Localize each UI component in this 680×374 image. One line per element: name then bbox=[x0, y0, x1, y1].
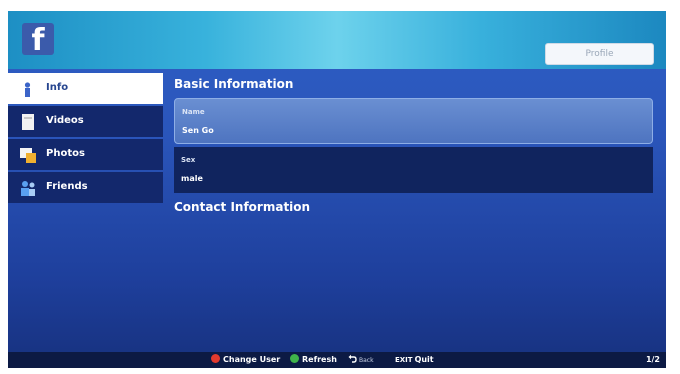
red-button-icon bbox=[211, 354, 220, 363]
friends-icon bbox=[21, 181, 35, 196]
profile-button[interactable]: Profile bbox=[545, 43, 654, 65]
sidebar-item-photos[interactable]: Photos bbox=[8, 139, 163, 170]
main-content: Basic Information Name Sen Go Sex male C… bbox=[174, 73, 653, 218]
sidebar-item-label: Photos bbox=[46, 148, 85, 159]
sidebar-item-label: Videos bbox=[46, 115, 84, 126]
quit-label: Quit bbox=[414, 355, 434, 364]
remote-control-hint-bar: Change User Refresh Back EXIT Quit 1/2 bbox=[8, 352, 666, 368]
tv-screen: f Profile Info Videos Photos Friends Bas… bbox=[8, 11, 666, 368]
sidebar-item-label: Info bbox=[46, 82, 69, 93]
sidebar-item-label: Friends bbox=[46, 181, 88, 192]
field-value: male bbox=[181, 174, 203, 183]
video-icon bbox=[22, 114, 34, 130]
back-label: Back bbox=[359, 357, 374, 364]
field-value: Sen Go bbox=[182, 126, 214, 135]
page-indicator: 1/2 bbox=[645, 355, 660, 364]
facebook-logo: f bbox=[22, 23, 54, 55]
sidebar-item-videos[interactable]: Videos bbox=[8, 106, 163, 137]
back-hint[interactable]: Back bbox=[348, 352, 374, 368]
return-arrow-icon bbox=[348, 354, 357, 363]
field-label: Sex bbox=[181, 156, 196, 164]
refresh-hint[interactable]: Refresh bbox=[290, 352, 337, 368]
sidebar-item-info[interactable]: Info bbox=[8, 73, 163, 104]
exit-key-label: EXIT bbox=[395, 356, 413, 364]
quit-hint[interactable]: EXIT Quit bbox=[395, 352, 434, 368]
sidebar: Info Videos Photos Friends bbox=[8, 73, 163, 205]
photos-icon bbox=[20, 148, 36, 163]
header-bar: f Profile bbox=[8, 11, 666, 69]
change-user-hint[interactable]: Change User bbox=[211, 352, 280, 368]
contact-information-heading: Contact Information bbox=[174, 200, 311, 214]
name-field[interactable]: Name Sen Go bbox=[174, 98, 653, 144]
sex-field[interactable]: Sex male bbox=[174, 147, 653, 193]
green-button-icon bbox=[290, 354, 299, 363]
change-user-label: Change User bbox=[223, 355, 281, 364]
field-label: Name bbox=[182, 108, 205, 116]
refresh-label: Refresh bbox=[302, 355, 337, 364]
info-person-icon bbox=[24, 82, 31, 97]
sidebar-item-friends[interactable]: Friends bbox=[8, 172, 163, 203]
basic-information-heading: Basic Information bbox=[174, 77, 294, 91]
